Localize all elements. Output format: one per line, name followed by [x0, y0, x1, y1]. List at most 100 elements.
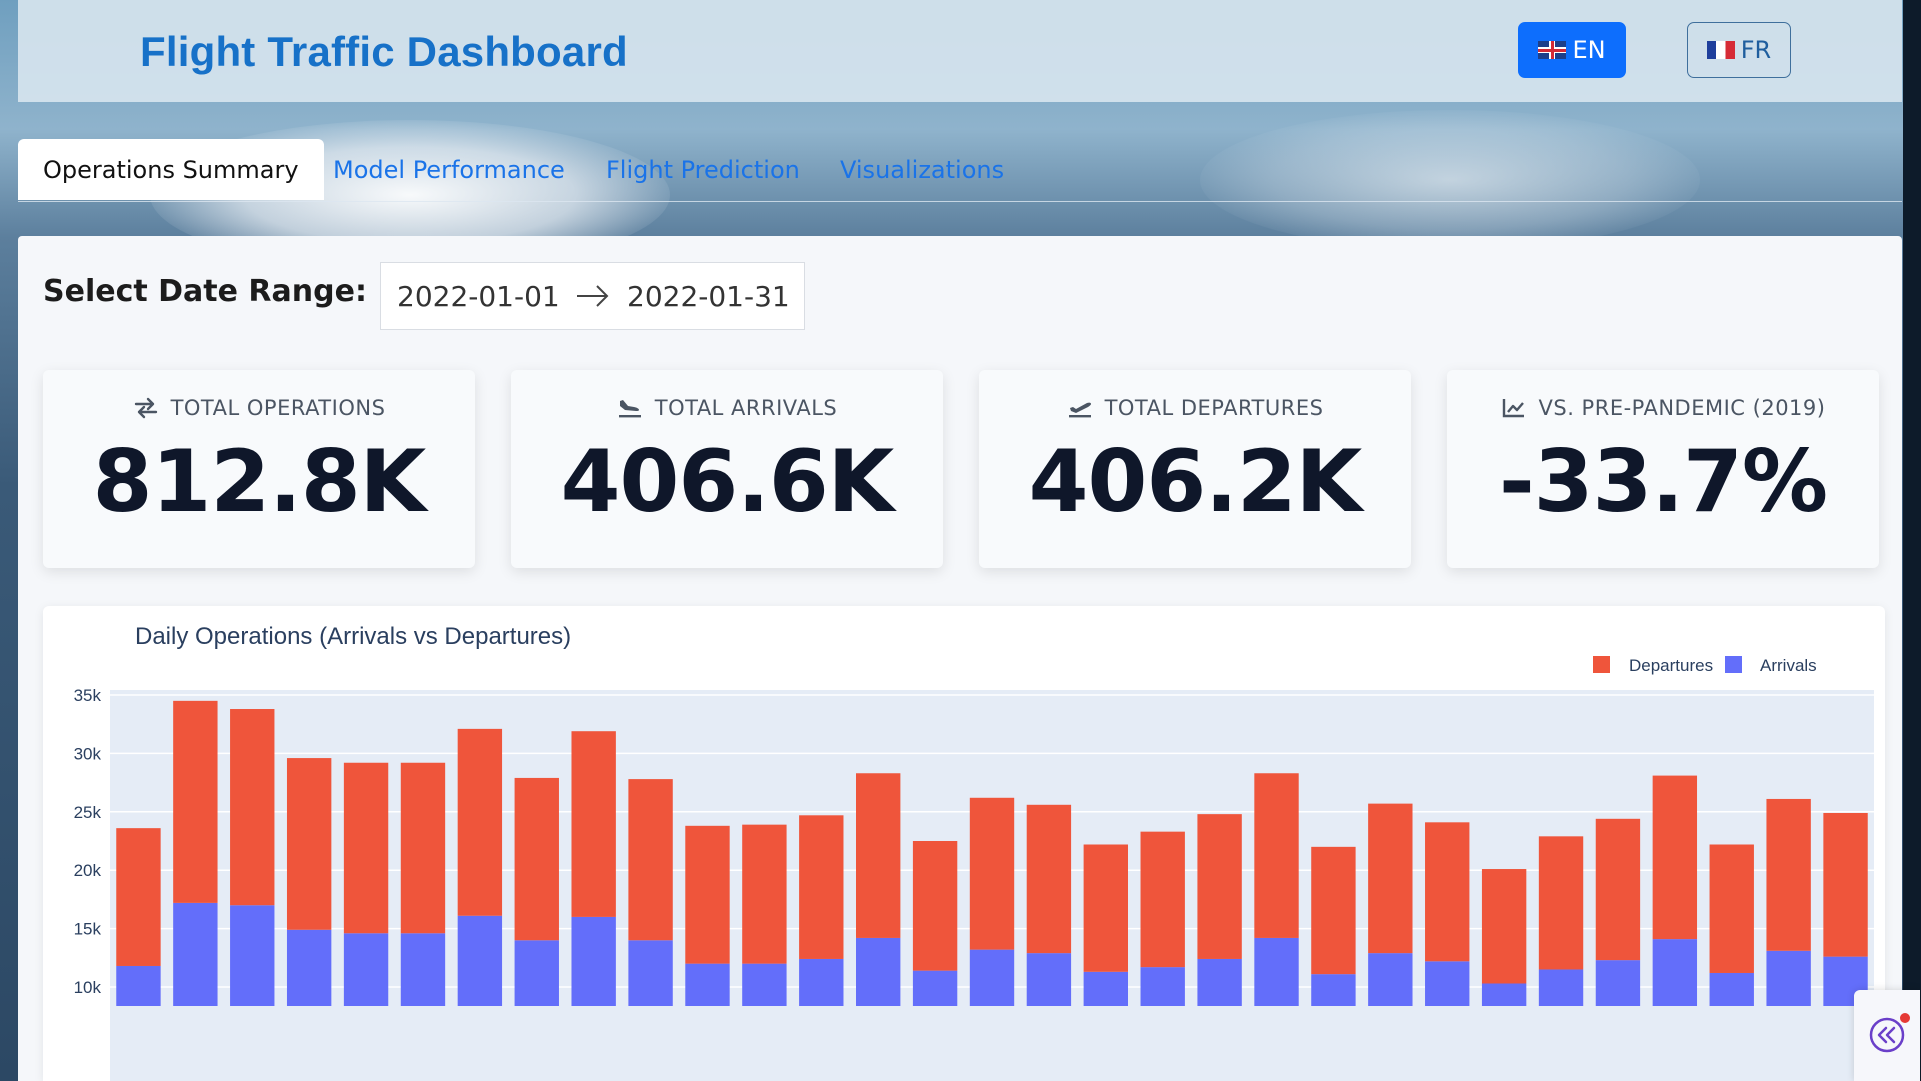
- bar-arrivals[interactable]: [912, 970, 958, 1006]
- arrow-right-icon: [577, 285, 609, 307]
- page-title: Flight Traffic Dashboard: [140, 28, 628, 75]
- exchange-arrows-icon: [134, 397, 157, 419]
- daily-operations-chart-svg: Daily Operations (Arrivals vs Departures…: [74, 623, 1874, 1081]
- bar-arrivals[interactable]: [969, 949, 1015, 1006]
- tab-flight-prediction[interactable]: Flight Prediction: [606, 139, 800, 200]
- bar-arrivals[interactable]: [856, 937, 901, 1006]
- bar-arrivals[interactable]: [1197, 958, 1242, 1006]
- operations-summary-panel: Select Date Range: 2022-01-01 2022-01-31…: [18, 236, 1902, 1081]
- daily-operations-chart: Daily Operations (Arrivals vs Departures…: [43, 606, 1885, 1081]
- france-flag-icon: [1706, 41, 1735, 59]
- bar-departures[interactable]: [1766, 798, 1811, 951]
- bar-arrivals[interactable]: [457, 915, 503, 1006]
- bar-arrivals[interactable]: [230, 905, 275, 1006]
- background-edge: [1903, 0, 1921, 1081]
- bar-arrivals[interactable]: [400, 933, 446, 1006]
- uk-flag-icon: [1538, 41, 1567, 59]
- y-tick-label: 30k: [74, 744, 102, 763]
- bar-departures[interactable]: [286, 758, 332, 930]
- tab-bar: Operations Summary Model Performance Fli…: [18, 139, 1902, 202]
- date-end-input[interactable]: 2022-01-31: [627, 280, 790, 313]
- bar-departures[interactable]: [116, 828, 161, 966]
- bar-arrivals[interactable]: [799, 958, 844, 1006]
- bar-arrivals[interactable]: [1766, 950, 1811, 1006]
- bar-departures[interactable]: [742, 824, 787, 964]
- bar-arrivals[interactable]: [571, 916, 616, 1006]
- legend-arrivals-swatch: [1725, 656, 1742, 673]
- bar-departures[interactable]: [969, 797, 1015, 950]
- language-en-button[interactable]: EN: [1518, 22, 1626, 78]
- bar-departures[interactable]: [685, 825, 730, 964]
- kpi-label: TOTAL DEPARTURES: [1104, 396, 1324, 420]
- bar-departures[interactable]: [173, 700, 218, 903]
- bar-arrivals[interactable]: [116, 965, 161, 1006]
- bar-arrivals[interactable]: [685, 963, 730, 1006]
- legend-departures-swatch: [1593, 656, 1610, 673]
- bar-departures[interactable]: [1425, 822, 1470, 962]
- kpi-card-total-operations: TOTAL OPERATIONS 812.8K: [43, 370, 475, 568]
- date-start-input[interactable]: 2022-01-01: [397, 280, 560, 313]
- bar-arrivals[interactable]: [1481, 983, 1527, 1006]
- bar-arrivals[interactable]: [1538, 969, 1584, 1006]
- language-en-label: EN: [1572, 36, 1606, 64]
- bar-arrivals[interactable]: [343, 933, 389, 1006]
- bar-arrivals[interactable]: [1140, 967, 1185, 1006]
- y-tick-label: 35k: [74, 686, 102, 705]
- bar-departures[interactable]: [514, 777, 559, 941]
- bar-departures[interactable]: [912, 841, 958, 971]
- line-chart-icon: [1502, 399, 1524, 418]
- bar-arrivals[interactable]: [1083, 971, 1128, 1006]
- bar-arrivals[interactable]: [1368, 953, 1413, 1006]
- bar-arrivals[interactable]: [1311, 974, 1356, 1006]
- bar-departures[interactable]: [1254, 773, 1299, 938]
- bar-arrivals[interactable]: [514, 940, 559, 1006]
- bar-arrivals[interactable]: [1254, 937, 1299, 1006]
- notification-dot: [1900, 1013, 1910, 1023]
- tab-model-performance[interactable]: Model Performance: [333, 139, 565, 200]
- kpi-card-total-arrivals: TOTAL ARRIVALS 406.6K: [511, 370, 943, 568]
- bar-arrivals[interactable]: [1709, 972, 1754, 1006]
- bar-arrivals[interactable]: [1595, 960, 1641, 1006]
- tab-visualizations[interactable]: Visualizations: [840, 139, 1004, 200]
- bar-departures[interactable]: [1595, 818, 1641, 961]
- bar-arrivals[interactable]: [742, 963, 787, 1006]
- kpi-label: VS. PRE-PANDEMIC (2019): [1538, 396, 1826, 420]
- bar-departures[interactable]: [1823, 812, 1868, 957]
- y-tick-label: 10k: [74, 978, 102, 997]
- bar-departures[interactable]: [400, 762, 446, 934]
- bar-arrivals[interactable]: [1425, 961, 1470, 1006]
- bar-departures[interactable]: [856, 773, 901, 938]
- bar-arrivals[interactable]: [173, 902, 218, 1006]
- bar-departures[interactable]: [1140, 831, 1185, 968]
- kpi-value: -33.7%: [1498, 432, 1828, 532]
- bar-departures[interactable]: [628, 779, 673, 941]
- floating-toggle-button[interactable]: [1854, 990, 1920, 1081]
- legend-departures-label[interactable]: Departures: [1629, 656, 1713, 675]
- bar-arrivals[interactable]: [628, 940, 673, 1006]
- bar-departures[interactable]: [343, 762, 389, 934]
- bar-arrivals[interactable]: [286, 929, 332, 1006]
- bar-departures[interactable]: [1481, 869, 1527, 984]
- bar-departures[interactable]: [571, 731, 616, 917]
- bar-arrivals[interactable]: [1026, 953, 1072, 1006]
- bar-departures[interactable]: [1026, 804, 1072, 954]
- language-fr-button[interactable]: FR: [1687, 22, 1791, 78]
- bar-departures[interactable]: [799, 815, 844, 959]
- tab-operations-summary[interactable]: Operations Summary: [18, 139, 324, 200]
- bar-departures[interactable]: [1652, 775, 1698, 940]
- bar-departures[interactable]: [1538, 836, 1584, 970]
- bar-departures[interactable]: [457, 728, 503, 916]
- legend-arrivals-label[interactable]: Arrivals: [1760, 656, 1817, 675]
- bar-departures[interactable]: [1197, 814, 1242, 959]
- bar-arrivals[interactable]: [1652, 939, 1698, 1006]
- plane-arrival-icon: [618, 400, 641, 418]
- kpi-value: 406.6K: [560, 432, 895, 532]
- bar-departures[interactable]: [1709, 844, 1754, 973]
- chevrons-left-icon: [1869, 1017, 1905, 1053]
- bar-departures[interactable]: [230, 709, 275, 906]
- bar-departures[interactable]: [1311, 846, 1356, 975]
- date-range-picker[interactable]: 2022-01-01 2022-01-31: [380, 262, 805, 330]
- bar-departures[interactable]: [1083, 844, 1128, 972]
- bar-departures[interactable]: [1368, 803, 1413, 954]
- app-header: Flight Traffic Dashboard EN FR: [18, 0, 1902, 102]
